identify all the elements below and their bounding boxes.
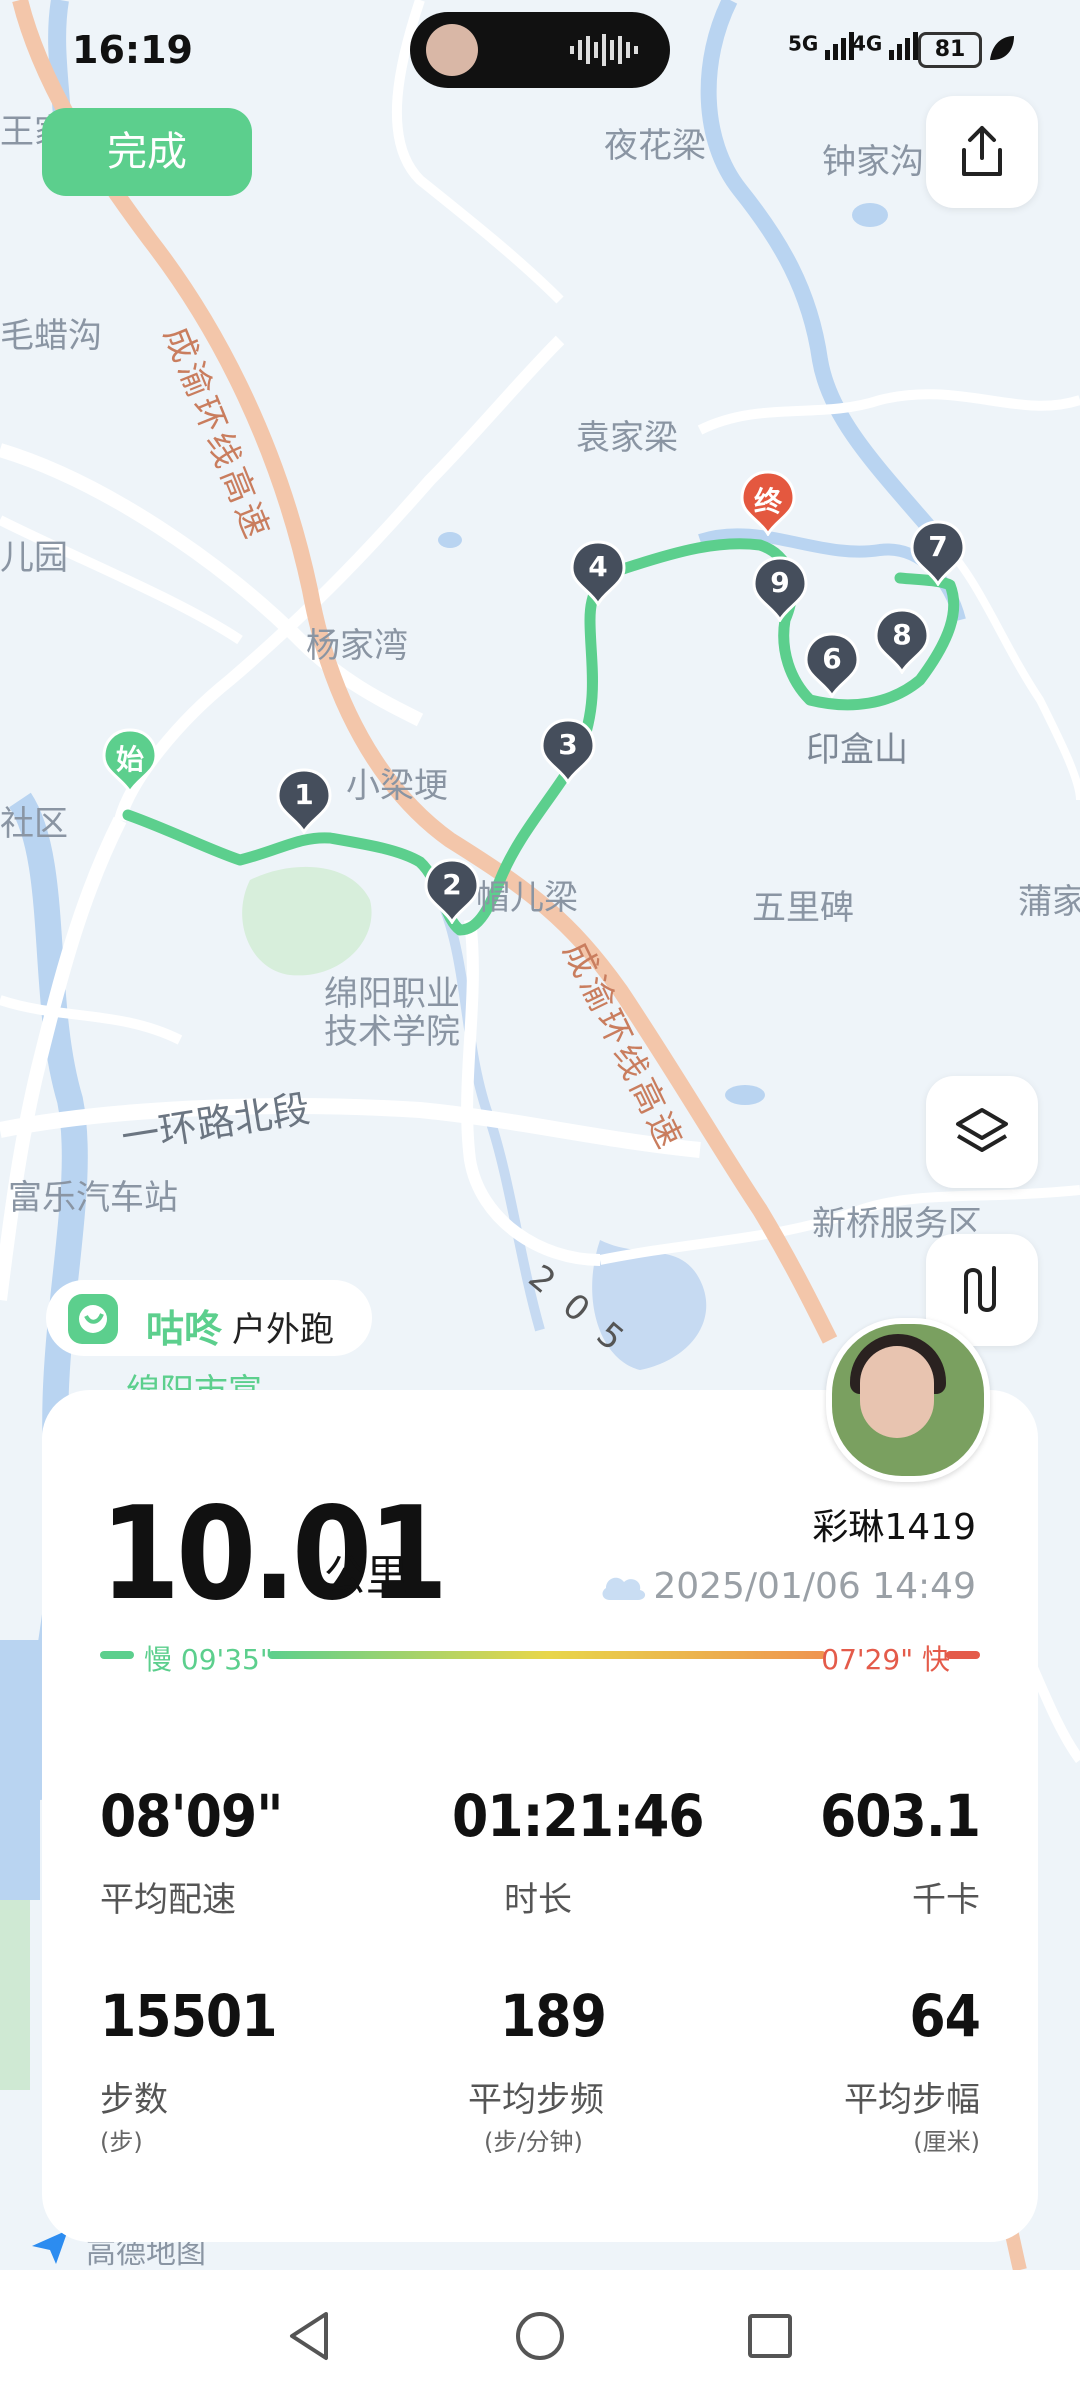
share-button[interactable] (926, 96, 1038, 208)
map-label: 帽儿梁 (476, 878, 578, 918)
map-label: 儿园 (0, 538, 68, 578)
codoon-logo-icon (68, 1294, 118, 1344)
activity-type: 户外跑 (232, 1310, 334, 1350)
map-label: 袁家梁 (576, 418, 678, 458)
sound-wave-icon (570, 34, 638, 66)
km-marker-label: 4 (588, 550, 608, 583)
map-label: 钟家沟 (822, 142, 924, 182)
map-label: 社区 (0, 804, 68, 844)
system-nav-bar (0, 2270, 1080, 2400)
stride-label: 平均步幅 (844, 2080, 980, 2120)
cloudy-weather-icon (602, 1577, 646, 1600)
stride-value: 64 (909, 1982, 981, 2050)
map-label: 蒲家 (1018, 882, 1080, 922)
cadence-label: 平均步频 (468, 2080, 604, 2120)
km-marker-6[interactable]: 6 (804, 632, 860, 698)
distance-unit: 公里 (324, 1551, 409, 1600)
avg-pace-label: 平均配速 (100, 1880, 236, 1920)
km-marker-label: 8 (892, 618, 912, 651)
steps-value: 15501 (100, 1982, 278, 2050)
pace-slow-label: 慢 09'35" (144, 1643, 273, 1676)
km-marker-1[interactable]: 1 (276, 768, 332, 834)
map-label: 富乐汽车站 (8, 1178, 178, 1218)
duration-label: 时长 (504, 1880, 572, 1920)
start-marker-label: 始 (115, 743, 144, 776)
back-icon[interactable] (280, 2306, 340, 2366)
map-label: 杨家湾 (306, 626, 408, 666)
battery-indicator: 81 (918, 32, 982, 68)
user-avatar[interactable] (826, 1318, 990, 1482)
km-marker-label: 7 (928, 530, 948, 563)
app-name: 咕咚 (146, 1307, 223, 1351)
username: 彩琳1419 (812, 1507, 976, 1548)
km-marker-3[interactable]: 3 (540, 718, 596, 784)
status-time: 16:19 (72, 28, 193, 72)
signal-5g: 5G (788, 30, 861, 60)
km-marker-2[interactable]: 2 (424, 858, 480, 924)
layers-icon (956, 1108, 1008, 1152)
recents-icon[interactable] (740, 2306, 800, 2366)
end-marker-label: 终 (753, 485, 782, 518)
steps-label: 步数 (100, 2080, 168, 2120)
map-label: 夜花梁 (604, 126, 706, 166)
km-marker-label: 2 (442, 868, 462, 901)
km-marker-label: 1 (294, 778, 314, 811)
cadence-value: 189 (500, 1982, 607, 2050)
workout-datetime: 2025/01/06 14:49 (653, 1566, 976, 1607)
app-brand-pill: 咕咚 户外跑 (46, 1280, 372, 1356)
music-avatar (426, 24, 478, 76)
stride-unit: (厘米) (913, 2128, 980, 2156)
avatar-face (860, 1346, 934, 1438)
calories-value: 603.1 (819, 1782, 981, 1850)
route-end-marker[interactable]: 终 (740, 470, 796, 536)
share-icon (962, 126, 1002, 176)
map-label: 印盒山 (806, 730, 908, 770)
cadence-unit: (步/分钟) (484, 2128, 583, 2156)
map-label: 小梁埂 (346, 766, 448, 806)
route-icon (964, 1266, 996, 1314)
avg-pace-value: 08'09" (100, 1782, 283, 1850)
duration-value: 01:21:46 (452, 1782, 705, 1850)
km-marker-8[interactable]: 8 (874, 608, 930, 674)
km-marker-label: 6 (822, 642, 842, 675)
calories-label: 千卡 (912, 1880, 980, 1920)
done-button[interactable]: 完成 (42, 108, 252, 196)
km-marker-7[interactable]: 7 (910, 520, 966, 586)
map-label: 五里碑 (752, 888, 854, 928)
home-icon[interactable] (510, 2306, 570, 2366)
pace-fast-label: 07'29" 快 (821, 1643, 950, 1676)
km-marker-label: 3 (558, 728, 578, 761)
status-bar: 16:19 5G 4G 81 (0, 0, 1080, 100)
runner-icon (79, 1305, 107, 1333)
km-marker-4[interactable]: 4 (570, 540, 626, 606)
route-start-marker[interactable]: 始 (102, 728, 158, 794)
km-marker-label: 9 (770, 566, 790, 599)
km-marker-9[interactable]: 9 (752, 556, 808, 622)
map-label: 毛蜡沟 (0, 316, 102, 356)
leaf-icon (990, 36, 1014, 60)
signal-4g: 4G (852, 30, 925, 60)
map-layers-button[interactable] (926, 1076, 1038, 1188)
map-label: 技术学院 (324, 1012, 460, 1052)
dynamic-island[interactable] (410, 12, 670, 88)
steps-unit: (步) (100, 2128, 143, 2156)
